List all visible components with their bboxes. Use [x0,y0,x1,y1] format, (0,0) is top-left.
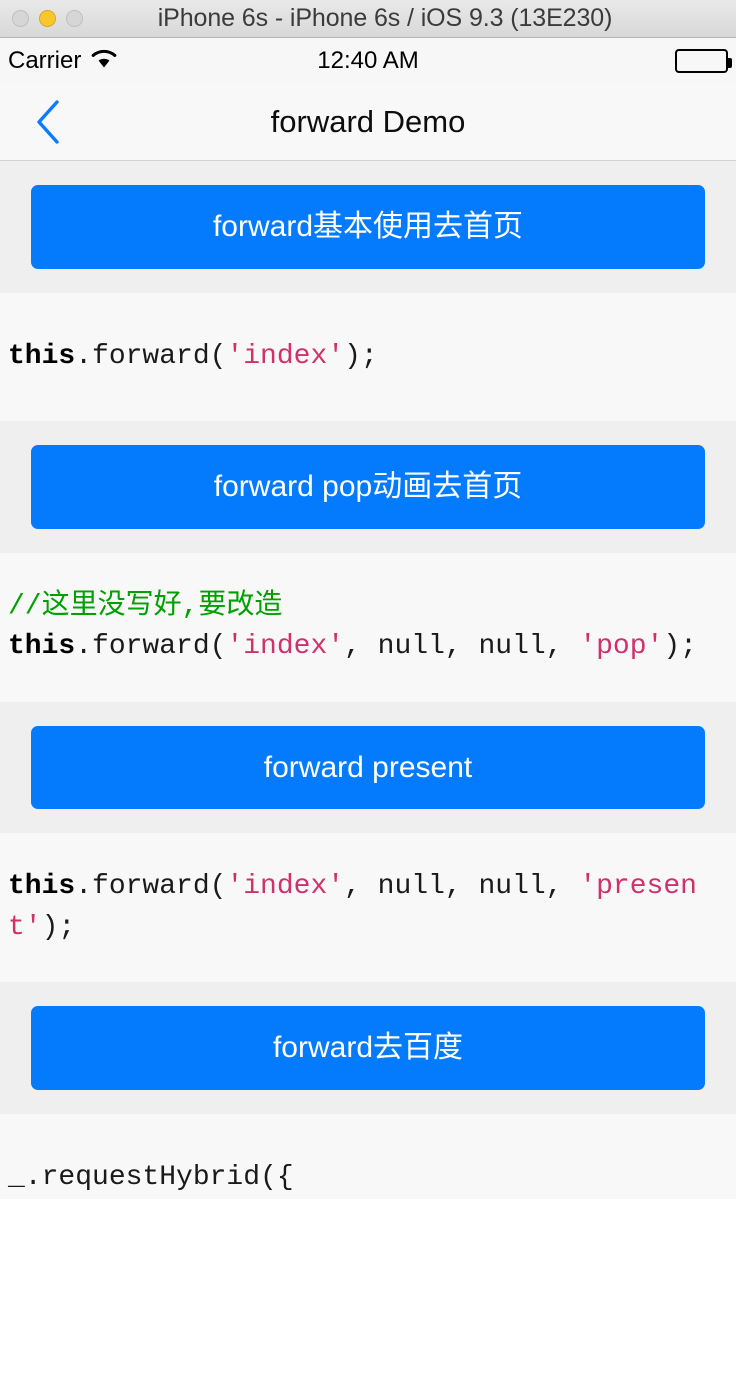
button-section-2: forward pop动画去首页 [0,421,736,553]
forward-baidu-button[interactable]: forward去百度 [31,1006,705,1090]
forward-present-button[interactable]: forward present [31,725,705,810]
code-args: , null, null, [344,631,580,663]
code-snippet-1: this.forward('index'); [0,293,736,422]
code-string: 'index' [226,871,345,903]
code-tail: ); [344,340,378,372]
code-snippet-2: //这里没写好,要改造 this.forward('index', null, … [0,553,736,702]
button-section-4: forward去百度 [0,982,736,1114]
code-call: .forward( [75,340,227,372]
button-section-1: forward基本使用去首页 [0,161,736,293]
code-tail: ); [41,911,76,943]
code-section-3: this.forward('index', null, null, 'prese… [0,833,736,983]
navigation-bar: forward Demo [0,83,736,161]
code-section-1: this.forward('index'); [0,292,736,422]
battery-full-icon [675,48,732,73]
carrier-label: Carrier [8,46,82,74]
code-call: .forward( [75,871,227,903]
button-section-3: forward present [0,701,736,834]
code-snippet-4: _.requestHybrid({ [0,1114,736,1199]
code-string: 'index' [226,631,345,663]
chevron-left-icon [34,99,64,151]
simulator-titlebar: iPhone 6s - iPhone 6s / iOS 9.3 (13E230) [0,0,736,38]
back-button[interactable] [30,91,76,153]
code-section-2: //这里没写好,要改造 this.forward('index', null, … [0,552,736,702]
code-call: _.requestHybrid({ [8,1161,294,1193]
code-tail: ); [663,631,697,663]
forward-pop-button[interactable]: forward pop动画去首页 [31,445,705,529]
code-args: , null, null, [344,871,580,903]
minimize-window-button[interactable] [39,10,56,27]
wifi-icon [89,47,119,74]
status-bar-left: Carrier [8,47,119,75]
simulator-window-title: iPhone 6s - iPhone 6s / iOS 9.3 (13E230) [157,4,613,32]
code-keyword: this [8,871,76,903]
code-comment: //这里没写好,要改造 [8,590,283,622]
code-keyword: this [8,631,76,663]
code-call: .forward( [75,631,227,663]
code-string: 'index' [226,340,345,372]
code-keyword: this [8,340,76,372]
forward-basic-button[interactable]: forward基本使用去首页 [31,185,705,269]
code-string-2: 'pop' [579,631,664,663]
zoom-window-button[interactable] [66,10,83,27]
page-content: forward基本使用去首页 this.forward('index'); fo… [0,161,736,1199]
status-bar-right [675,48,732,73]
window-traffic-lights [12,0,83,37]
code-snippet-3: this.forward('index', null, null, 'prese… [0,833,736,982]
close-window-button[interactable] [12,10,29,27]
page-title: forward Demo [270,103,466,139]
code-section-4: _.requestHybrid({ [0,1113,736,1199]
ios-status-bar: Carrier 12:40 AM [0,38,736,83]
